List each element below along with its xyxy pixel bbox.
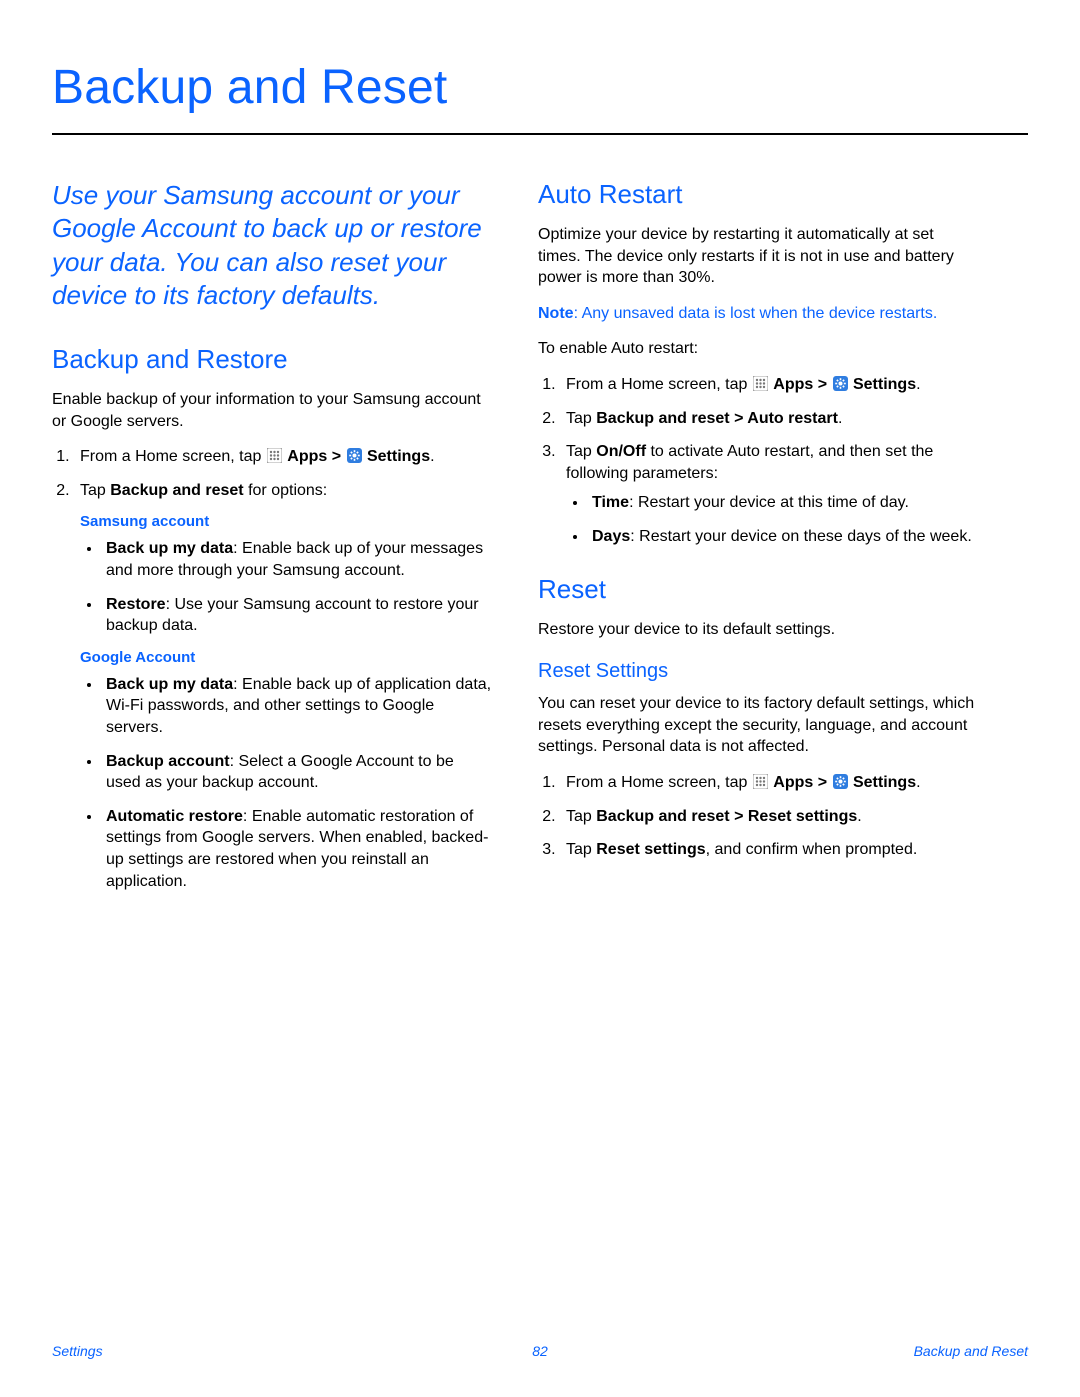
step-text: Tap: [80, 482, 110, 499]
item-bold: Days: [592, 528, 630, 545]
note-text: : Any unsaved data is lost when the devi…: [574, 305, 938, 322]
step-text: From a Home screen, tap: [566, 774, 752, 791]
step-bold: Backup and reset > Reset settings: [596, 808, 857, 825]
title-rule: [52, 133, 1028, 135]
step-bold: Reset settings: [596, 841, 705, 858]
item-bold: Restore: [106, 596, 166, 613]
gt: >: [813, 774, 831, 791]
step-text: Tap: [566, 808, 596, 825]
item-bold: Time: [592, 494, 629, 511]
list-item: Days: Restart your device on these days …: [588, 526, 978, 548]
settings-icon: [833, 774, 848, 789]
apps-icon: [753, 774, 768, 789]
list-item: Time: Restart your device at this time o…: [588, 492, 978, 514]
period: .: [857, 808, 861, 825]
apps-label: Apps: [773, 376, 813, 393]
period: .: [430, 448, 434, 465]
item-text: : Restart your device on these days of t…: [630, 528, 972, 545]
period: .: [916, 376, 920, 393]
step-item: From a Home screen, tap Apps > Settings.: [560, 772, 978, 794]
apps-icon: [753, 376, 768, 391]
lede-text: Use your Samsung account or your Google …: [52, 179, 492, 312]
step-item: From a Home screen, tap Apps > Settings.: [74, 446, 492, 468]
google-account-list: Back up my data: Enable back up of appli…: [80, 674, 492, 892]
reset-settings-intro: You can reset your device to its factory…: [538, 693, 978, 758]
reset-intro: Restore your device to its default setti…: [538, 619, 978, 641]
backup-restore-steps: From a Home screen, tap Apps > Settings.…: [52, 446, 492, 501]
step-text: Tap: [566, 410, 596, 427]
footer-page-number: 82: [52, 1343, 1028, 1359]
step-bold: On/Off: [596, 443, 646, 460]
settings-icon: [347, 448, 362, 463]
auto-restart-heading: Auto Restart: [538, 179, 978, 210]
samsung-account-list: Back up my data: Enable back up of your …: [80, 538, 492, 636]
auto-restart-params: Time: Restart your device at this time o…: [566, 492, 978, 547]
list-item: Back up my data: Enable back up of appli…: [102, 674, 492, 739]
step-text: From a Home screen, tap: [566, 376, 752, 393]
samsung-account-label: Samsung account: [80, 513, 492, 530]
backup-restore-intro: Enable backup of your information to you…: [52, 389, 492, 432]
left-column: Use your Samsung account or your Google …: [52, 179, 492, 904]
reset-heading: Reset: [538, 574, 978, 605]
list-item: Back up my data: Enable back up of your …: [102, 538, 492, 581]
apps-label: Apps: [773, 774, 813, 791]
page-footer: Settings 82 Backup and Reset: [52, 1343, 1028, 1359]
item-bold: Backup account: [106, 753, 230, 770]
auto-restart-steps: From a Home screen, tap Apps > Settings.…: [538, 374, 978, 548]
step-text: Tap: [566, 443, 596, 460]
item-bold: Back up my data: [106, 676, 233, 693]
columns: Use your Samsung account or your Google …: [52, 179, 1028, 904]
step-text: From a Home screen, tap: [80, 448, 266, 465]
step-item: Tap On/Off to activate Auto restart, and…: [560, 441, 978, 547]
gt: >: [327, 448, 345, 465]
gt: >: [813, 376, 831, 393]
item-bold: Automatic restore: [106, 808, 243, 825]
step-item: Tap Backup and reset for options:: [74, 480, 492, 502]
reset-settings-steps: From a Home screen, tap Apps > Settings.…: [538, 772, 978, 861]
apps-label: Apps: [287, 448, 327, 465]
auto-restart-intro: Optimize your device by restarting it au…: [538, 224, 978, 289]
backup-restore-heading: Backup and Restore: [52, 344, 492, 375]
settings-label: Settings: [853, 774, 916, 791]
step-item: From a Home screen, tap Apps > Settings.: [560, 374, 978, 396]
manual-page: Backup and Reset Use your Samsung accoun…: [0, 0, 1080, 1397]
step-text: Tap: [566, 841, 596, 858]
reset-settings-heading: Reset Settings: [538, 660, 978, 683]
page-title: Backup and Reset: [52, 60, 1028, 115]
item-text: : Restart your device at this time of da…: [629, 494, 909, 511]
list-item: Restore: Use your Samsung account to res…: [102, 594, 492, 637]
step-text: , and confirm when prompted.: [706, 841, 918, 858]
step-item: Tap Backup and reset > Auto restart.: [560, 408, 978, 430]
settings-icon: [833, 376, 848, 391]
apps-icon: [267, 448, 282, 463]
period: .: [916, 774, 920, 791]
note-bold: Note: [538, 305, 574, 322]
settings-label: Settings: [853, 376, 916, 393]
period: .: [838, 410, 842, 427]
item-bold: Back up my data: [106, 540, 233, 557]
step-item: Tap Reset settings, and confirm when pro…: [560, 839, 978, 861]
step-bold: Backup and reset: [110, 482, 243, 499]
step-bold: Backup and reset > Auto restart: [596, 410, 838, 427]
auto-restart-note: Note: Any unsaved data is lost when the …: [538, 303, 978, 325]
right-column: Auto Restart Optimize your device by res…: [538, 179, 978, 904]
list-item: Backup account: Select a Google Account …: [102, 751, 492, 794]
list-item: Automatic restore: Enable automatic rest…: [102, 806, 492, 892]
step-text: for options:: [244, 482, 328, 499]
google-account-label: Google Account: [80, 649, 492, 666]
step-item: Tap Backup and reset > Reset settings.: [560, 806, 978, 828]
auto-restart-enable: To enable Auto restart:: [538, 338, 978, 360]
settings-label: Settings: [367, 448, 430, 465]
